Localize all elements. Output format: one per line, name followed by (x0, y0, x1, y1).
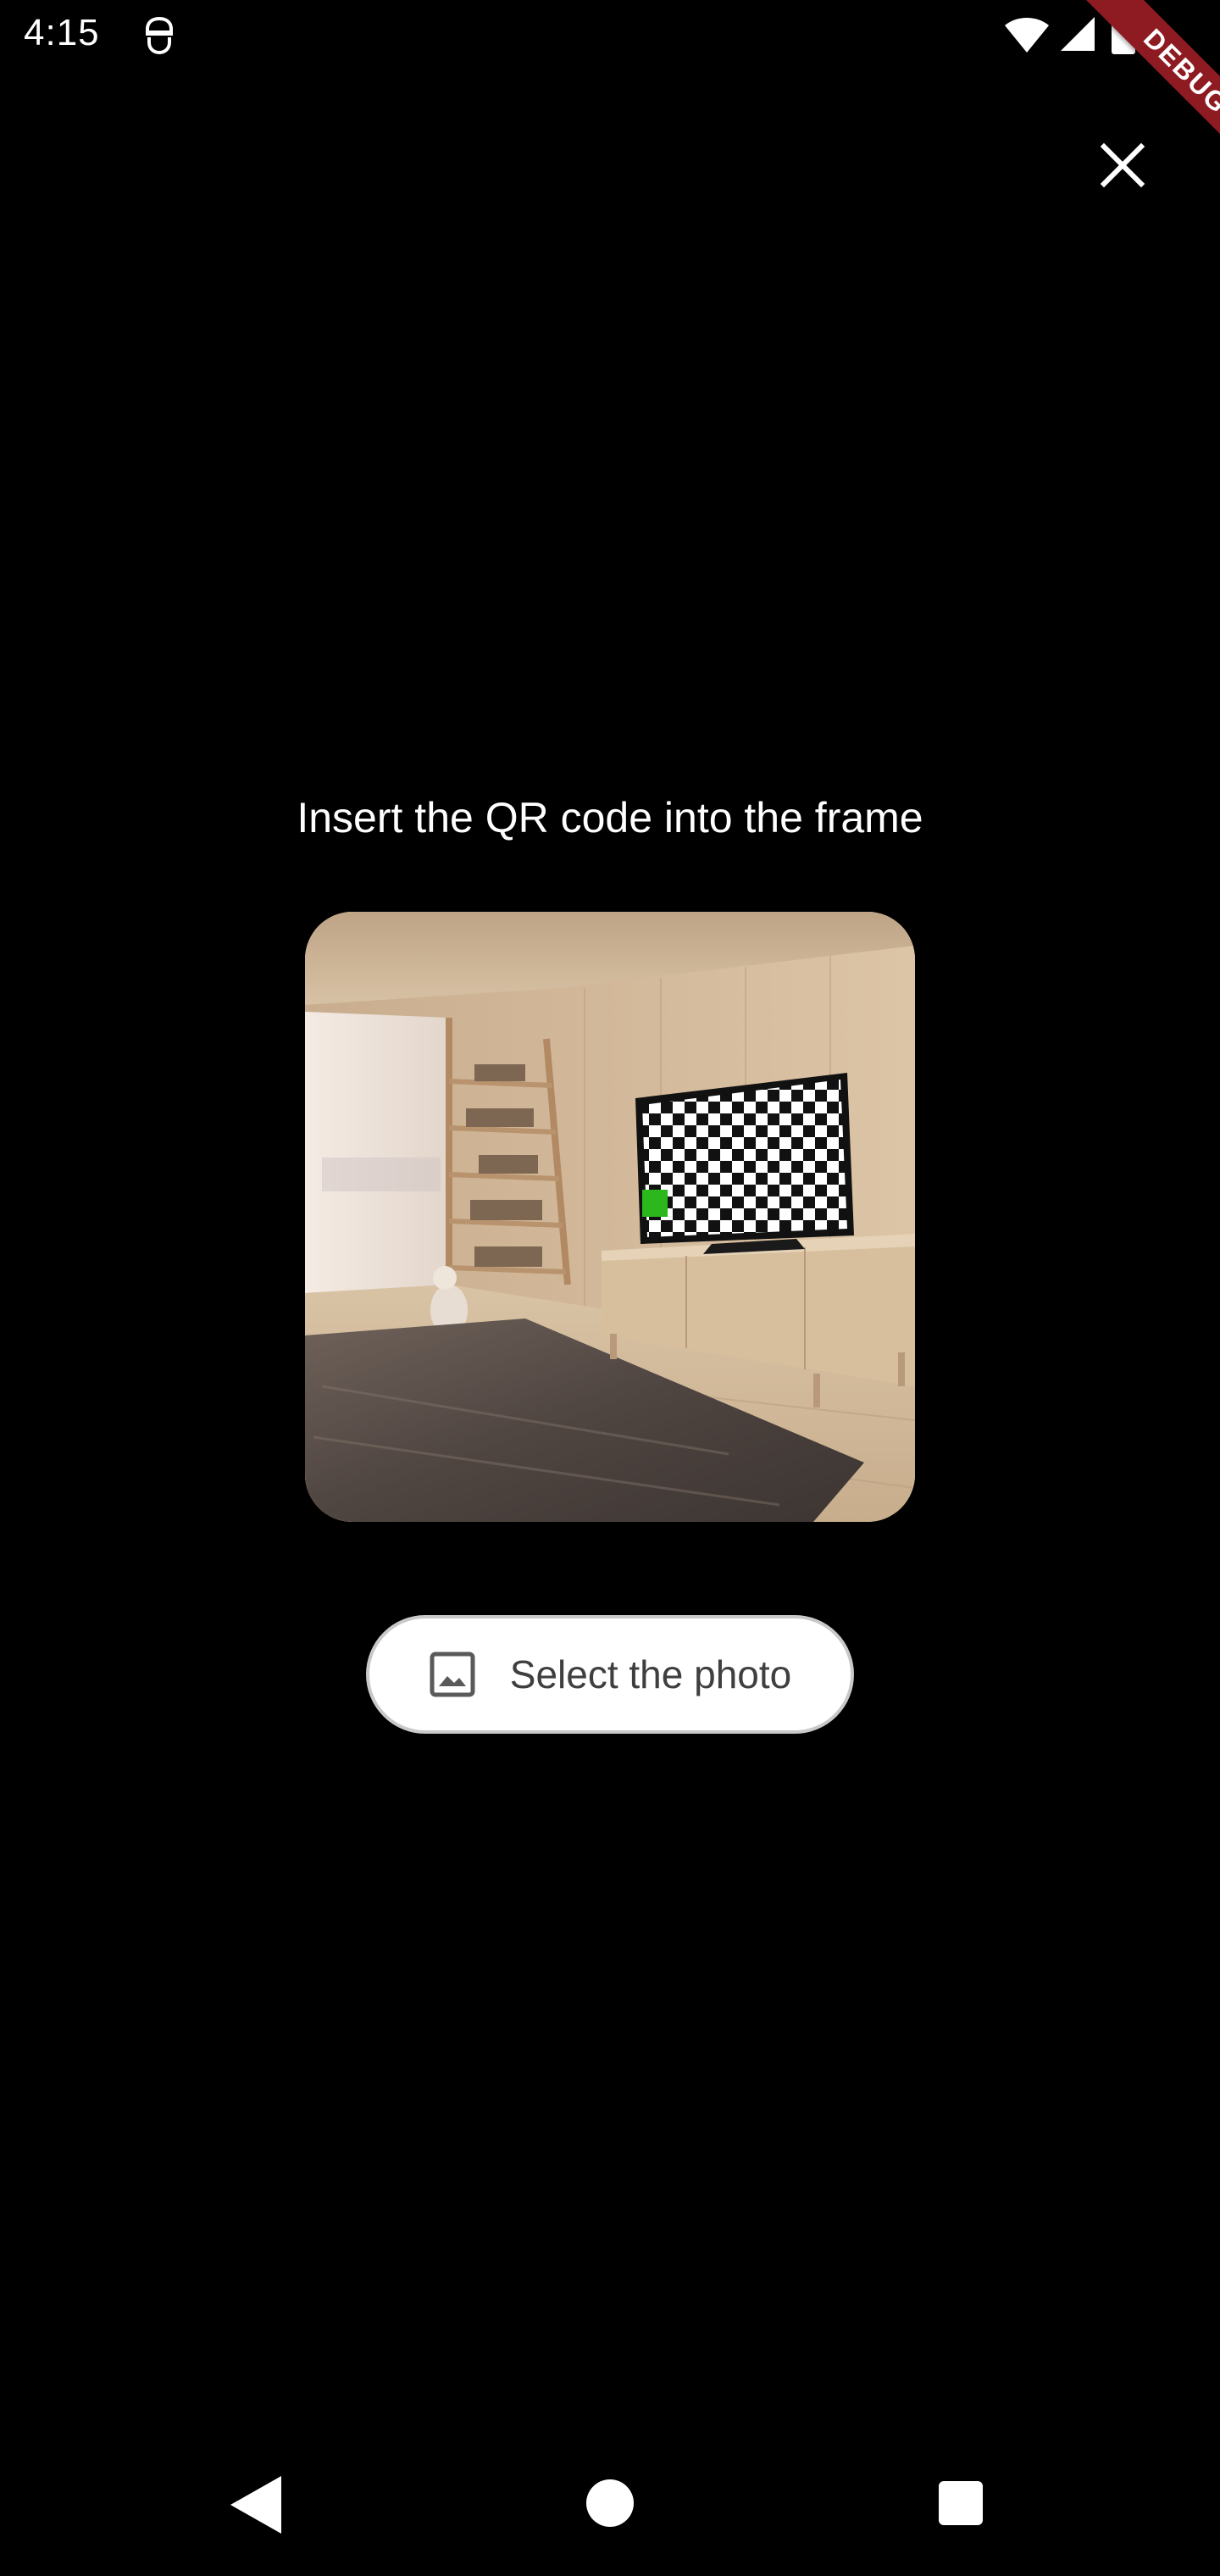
status-time: 4:15 (24, 12, 100, 53)
close-icon (1100, 142, 1145, 188)
back-icon[interactable] (229, 2474, 283, 2535)
cell-signal-icon (1061, 17, 1095, 51)
close-button[interactable] (1084, 127, 1161, 203)
wifi-icon (1005, 18, 1049, 53)
recents-icon[interactable] (939, 2481, 983, 2525)
select-photo-button[interactable]: Select the photo (366, 1615, 854, 1734)
qr-scanner-screen: 4:15 DEBUG Insert the QR code into the f… (0, 0, 1220, 2576)
home-icon[interactable] (586, 2479, 634, 2527)
status-bar: 4:15 (0, 0, 1220, 71)
room-preview-image (305, 912, 915, 1522)
app-notification-icon (146, 16, 173, 55)
navigation-bar (0, 2440, 1220, 2576)
image-icon (430, 1652, 475, 1697)
scanner-title: Insert the QR code into the frame (297, 794, 923, 841)
qr-frame (305, 912, 915, 1522)
select-photo-label: Select the photo (509, 1652, 792, 1696)
